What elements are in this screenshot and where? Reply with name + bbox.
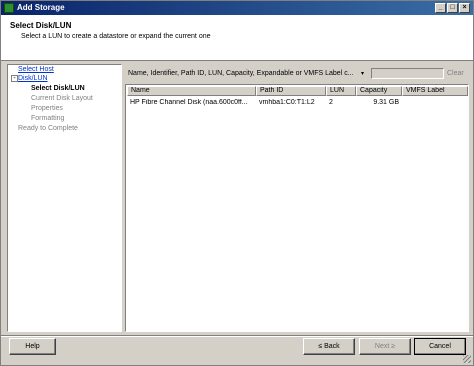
nav-item-properties: Properties [31, 105, 63, 112]
minimize-button[interactable]: _ [435, 3, 446, 13]
nav-item-disk-lun[interactable]: Disk/LUN [18, 75, 48, 82]
lun-table: Name Path ID LUN Capacity VMFS Label HP … [125, 84, 469, 332]
storage-app-icon [4, 3, 14, 13]
title-bar[interactable]: Add Storage _ □ × [1, 1, 473, 15]
column-header-name[interactable]: Name [127, 86, 256, 96]
maximize-button[interactable]: □ [447, 3, 458, 13]
clear-button[interactable]: Clear [447, 70, 464, 77]
back-button[interactable]: ≤ Back [303, 338, 355, 355]
nav-item-ready-to-complete: Ready to Complete [18, 125, 78, 132]
cell-lun: 2 [329, 99, 333, 106]
wizard-header: Select Disk/LUN Select a LUN to create a… [1, 15, 473, 61]
content-panel: Name, Identifier, Path ID, LUN, Capacity… [125, 64, 469, 332]
nav-item-select-disk-lun: Select Disk/LUN [31, 85, 85, 92]
footer-divider [1, 335, 473, 337]
cell-capacity: 9.31 GB [373, 99, 399, 106]
add-storage-window: Add Storage _ □ × Select Disk/LUN Select… [0, 0, 474, 366]
page-subtitle: Select a LUN to create a datastore or ex… [21, 33, 211, 40]
cell-name: HP Fibre Channel Disk (naa.600c0ff... [130, 99, 248, 106]
nav-item-formatting: Formatting [31, 115, 65, 122]
cell-path-id: vmhba1:C0:T1:L2 [259, 99, 315, 106]
nav-item-select-host[interactable]: Select Host [18, 66, 54, 73]
column-header-vmfs-label[interactable]: VMFS Label [402, 86, 468, 96]
close-button[interactable]: × [459, 3, 470, 13]
cancel-button[interactable]: Cancel [414, 338, 466, 355]
nav-item-current-disk-layout: Current Disk Layout [31, 95, 93, 102]
chevron-down-icon[interactable]: ▾ [361, 70, 364, 77]
window-title: Add Storage [17, 3, 65, 12]
tree-collapse-icon[interactable]: - [11, 75, 18, 82]
page-title: Select Disk/LUN [10, 21, 72, 30]
help-button[interactable]: Help [9, 338, 56, 355]
column-header-lun[interactable]: LUN [326, 86, 356, 96]
next-button[interactable]: Next ≥ [359, 338, 411, 355]
resize-grip[interactable] [463, 355, 471, 363]
column-header-path-id[interactable]: Path ID [256, 86, 326, 96]
filter-column-selector[interactable]: Name, Identifier, Path ID, LUN, Capacity… [128, 70, 354, 77]
column-header-capacity[interactable]: Capacity [356, 86, 402, 96]
filter-input[interactable] [371, 68, 444, 79]
wizard-nav: Select Host - Disk/LUN Select Disk/LUN C… [7, 64, 122, 332]
